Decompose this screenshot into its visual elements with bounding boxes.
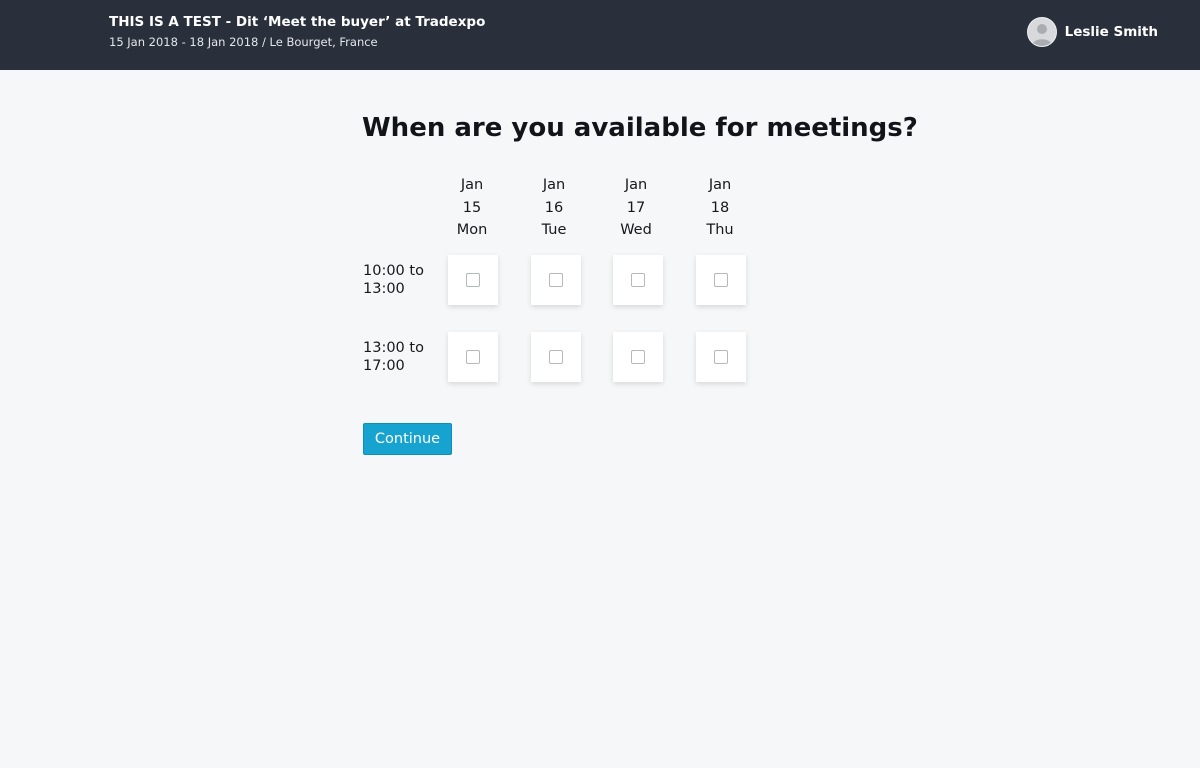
day-header-jan-17: Jan 17 Wed	[606, 174, 666, 242]
checkbox[interactable]	[466, 350, 480, 364]
top-bar: THIS IS A TEST - Dit ‘Meet the buyer’ at…	[0, 0, 1200, 70]
day-header-jan-18: Jan 18 Thu	[690, 174, 750, 242]
availability-cell-tue-afternoon[interactable]	[531, 332, 581, 382]
day-weekday: Tue	[541, 222, 567, 238]
checkbox[interactable]	[466, 273, 480, 287]
user-menu[interactable]: Leslie Smith	[1026, 17, 1158, 47]
availability-cell-wed-morning[interactable]	[613, 255, 663, 305]
event-subtitle: 15 Jan 2018 - 18 Jan 2018 / Le Bourget, …	[109, 35, 378, 49]
availability-cell-thu-afternoon[interactable]	[696, 332, 746, 382]
checkbox[interactable]	[714, 350, 728, 364]
day-weekday: Wed	[620, 222, 652, 238]
day-month: Jan	[708, 177, 732, 193]
day-number: 17	[626, 199, 646, 216]
checkbox[interactable]	[631, 273, 645, 287]
time-slot-label-morning: 10:00 to 13:00	[363, 263, 424, 297]
day-weekday: Mon	[456, 222, 488, 238]
continue-button[interactable]: Continue	[363, 423, 452, 455]
checkbox[interactable]	[549, 350, 563, 364]
availability-cell-wed-afternoon[interactable]	[613, 332, 663, 382]
day-month: Jan	[542, 177, 566, 193]
checkbox[interactable]	[631, 350, 645, 364]
day-month: Jan	[624, 177, 648, 193]
event-title: THIS IS A TEST - Dit ‘Meet the buyer’ at…	[109, 14, 486, 30]
day-number: 15	[462, 199, 482, 216]
day-month: Jan	[460, 177, 484, 193]
day-weekday: Thu	[706, 222, 734, 238]
user-name: Leslie Smith	[1064, 24, 1158, 40]
checkbox[interactable]	[549, 273, 563, 287]
day-header-jan-16: Jan 16 Tue	[524, 174, 584, 242]
availability-cell-mon-afternoon[interactable]	[448, 332, 498, 382]
availability-cell-mon-morning[interactable]	[448, 255, 498, 305]
availability-cell-tue-morning[interactable]	[531, 255, 581, 305]
day-header-jan-15: Jan 15 Mon	[442, 174, 502, 242]
time-slot-label-afternoon: 13:00 to 17:00	[363, 340, 424, 374]
day-number: 16	[544, 199, 564, 216]
day-number: 18	[710, 199, 730, 216]
availability-cell-thu-morning[interactable]	[696, 255, 746, 305]
user-avatar-icon	[1026, 17, 1057, 47]
page-title: When are you available for meetings?	[362, 113, 918, 143]
checkbox[interactable]	[714, 273, 728, 287]
